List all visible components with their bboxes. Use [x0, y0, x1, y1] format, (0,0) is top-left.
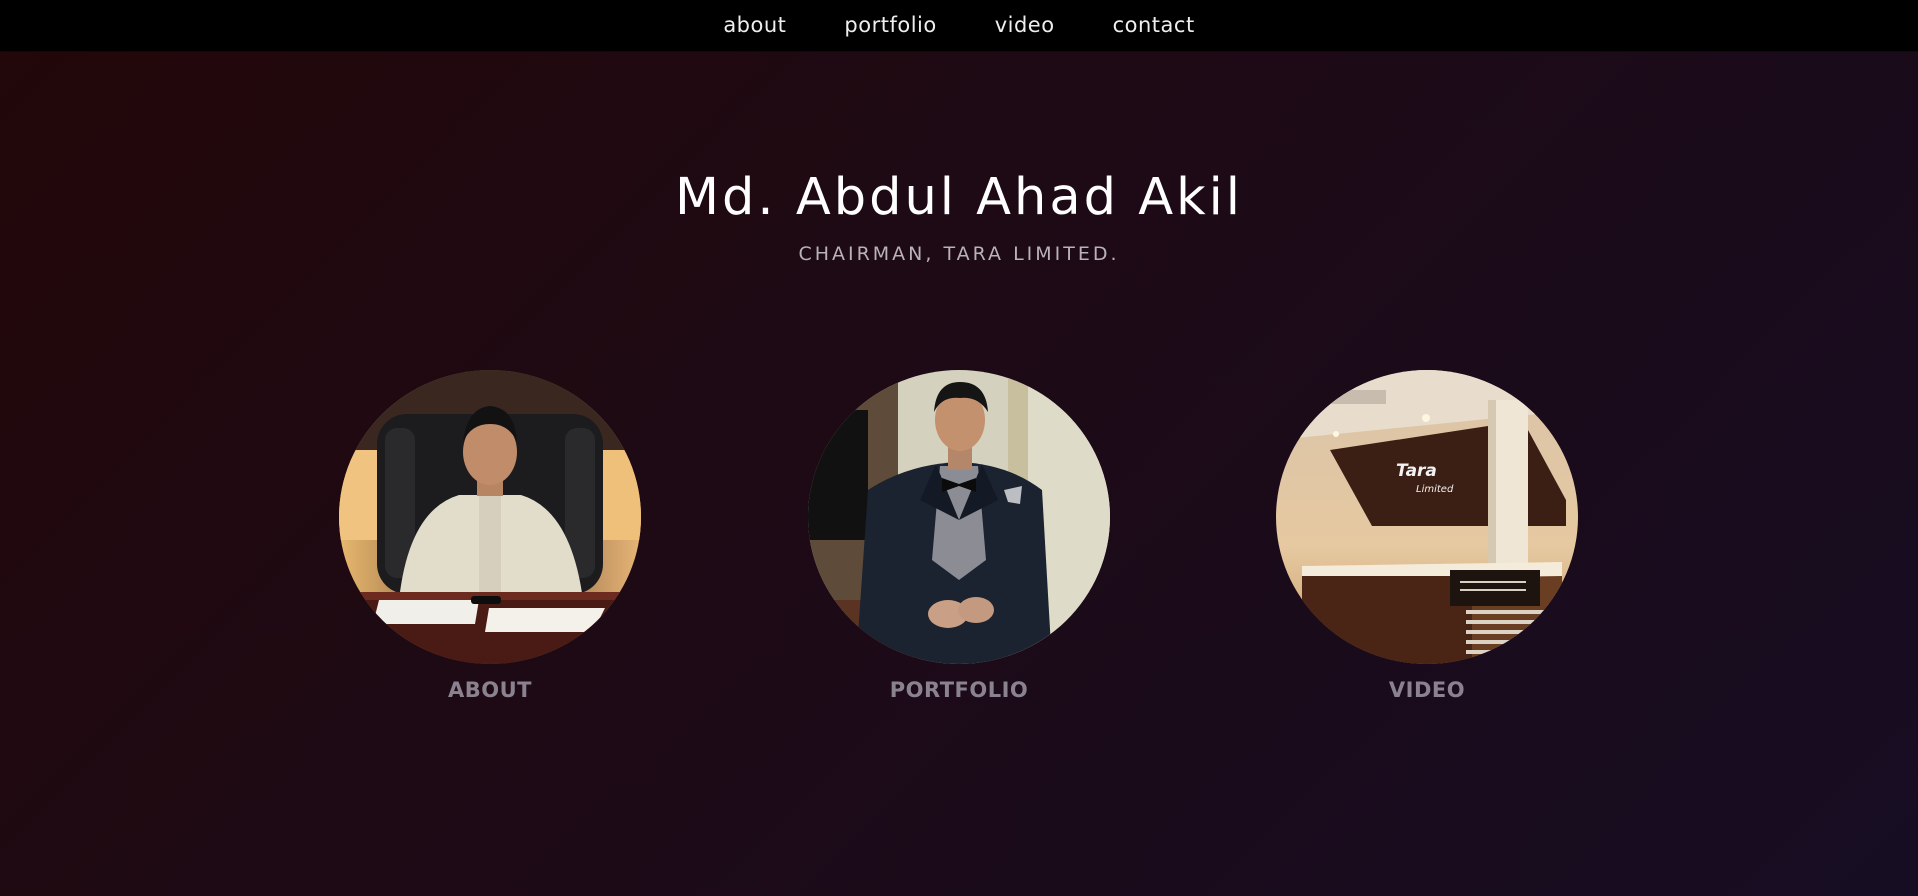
top-nav-bar: about portfolio video contact — [0, 0, 1918, 52]
video-tile-label[interactable]: VIDEO — [1276, 678, 1578, 702]
nav-link-contact[interactable]: contact — [1113, 0, 1195, 51]
tara-sign-subtext: Limited — [1416, 484, 1454, 495]
video-photo[interactable]: Tara Limited — [1276, 370, 1578, 664]
video-tile[interactable]: Tara Limited VIDEO — [1276, 370, 1578, 702]
nav-link-about[interactable]: about — [723, 0, 786, 51]
page-subtitle: CHAIRMAN, TARA LIMITED. — [798, 243, 1120, 265]
portfolio-photo[interactable] — [808, 370, 1110, 664]
main-nav: about portfolio video contact — [0, 0, 1918, 51]
nav-link-video[interactable]: video — [995, 0, 1055, 51]
nav-link-portfolio[interactable]: portfolio — [844, 0, 936, 51]
portfolio-tile[interactable]: PORTFOLIO — [808, 370, 1110, 702]
portfolio-tile-label[interactable]: PORTFOLIO — [808, 678, 1110, 702]
about-tile-label[interactable]: ABOUT — [339, 678, 641, 702]
about-tile[interactable]: ABOUT — [339, 370, 641, 702]
page-title: Md. Abdul Ahad Akil — [675, 168, 1243, 227]
about-photo[interactable] — [339, 370, 641, 664]
tara-sign-logo: Tara — [1396, 461, 1437, 481]
